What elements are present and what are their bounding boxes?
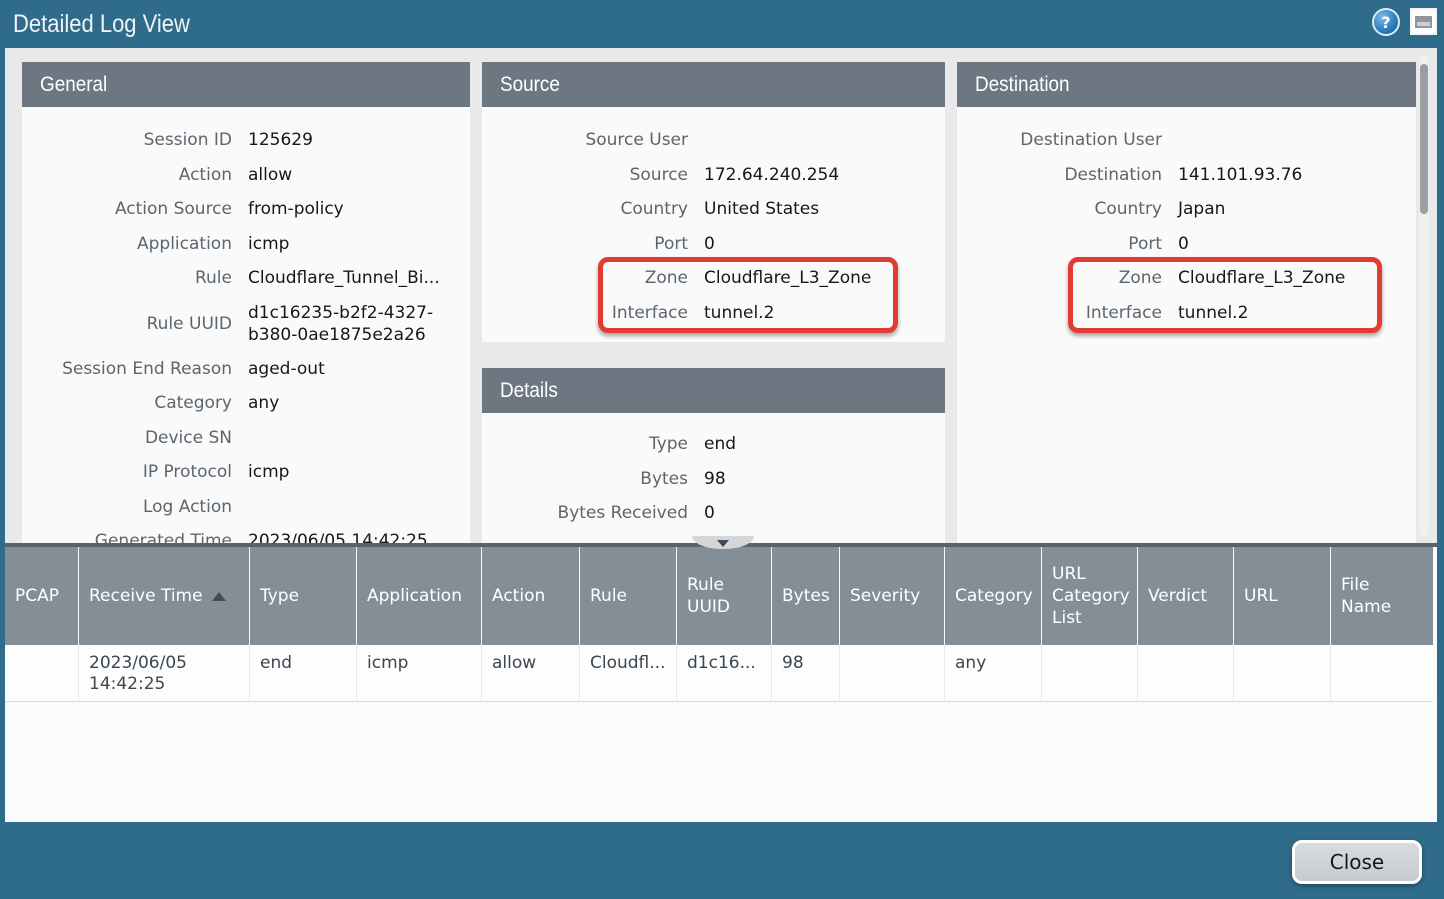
field-bytes-received: Bytes Received0 — [482, 496, 945, 531]
field-destination-user: Destination User — [957, 123, 1416, 158]
scrollbar-thumb[interactable] — [1420, 64, 1428, 214]
field-ip-protocol: IP Protocolicmp — [22, 455, 470, 490]
cell-application: icmp — [357, 645, 482, 701]
source-panel-header: Source — [482, 62, 945, 107]
field-source-user: Source User — [482, 123, 945, 158]
cell-url — [1234, 645, 1331, 701]
field-session-end-reason: Session End Reasonaged-out — [22, 352, 470, 387]
destination-panel-title: Destination — [975, 73, 1070, 97]
general-panel: General Session ID125629 Actionallow Act… — [22, 62, 470, 543]
cell-file-name — [1331, 645, 1433, 701]
field-log-action: Log Action — [22, 490, 470, 525]
log-table: PCAP Receive Time Type Application Actio… — [5, 543, 1437, 822]
column-header-pcap[interactable]: PCAP — [5, 547, 79, 645]
cell-verdict — [1138, 645, 1234, 701]
column-header-action[interactable]: Action — [482, 547, 580, 645]
field-rule: RuleCloudflare_Tunnel_Bi... — [22, 261, 470, 296]
field-bytes: Bytes98 — [482, 462, 945, 497]
field-destination-address: Destination141.101.93.76 — [957, 158, 1416, 193]
column-header-url-category-list[interactable]: URL Category List — [1042, 547, 1138, 645]
cell-severity — [840, 645, 945, 701]
field-source-country: CountryUnited States — [482, 192, 945, 227]
column-header-receive-time[interactable]: Receive Time — [79, 547, 250, 645]
column-header-rule-uuid[interactable]: Rule UUID — [677, 547, 772, 645]
cell-action: allow — [482, 645, 580, 701]
cell-category: any — [945, 645, 1042, 701]
help-icon[interactable]: ? — [1372, 8, 1400, 36]
details-panel-title: Details — [500, 379, 558, 403]
field-category: Categoryany — [22, 386, 470, 421]
general-panel-header: General — [22, 62, 470, 107]
field-device-sn: Device SN — [22, 421, 470, 456]
close-button[interactable]: Close — [1292, 840, 1422, 884]
source-panel-title: Source — [500, 73, 560, 97]
cell-url-category-list — [1042, 645, 1138, 701]
cell-type: end — [250, 645, 357, 701]
field-action: Actionallow — [22, 158, 470, 193]
field-type: Typeend — [482, 427, 945, 462]
field-session-id: Session ID125629 — [22, 123, 470, 158]
general-panel-title: General — [40, 73, 107, 97]
cell-pcap — [5, 645, 79, 701]
column-header-verdict[interactable]: Verdict — [1138, 547, 1234, 645]
field-source-address: Source172.64.240.254 — [482, 158, 945, 193]
log-table-header: PCAP Receive Time Type Application Actio… — [5, 547, 1433, 645]
column-header-type[interactable]: Type — [250, 547, 357, 645]
details-panel-header: Details — [482, 368, 945, 413]
sort-asc-icon — [212, 592, 226, 601]
field-source-port: Port0 — [482, 227, 945, 262]
cell-rule: Cloudfl... — [580, 645, 677, 701]
column-header-rule[interactable]: Rule — [580, 547, 677, 645]
field-generated-time: Generated Time2023/06/05 14:42:25 — [22, 524, 470, 543]
column-header-category[interactable]: Category — [945, 547, 1042, 645]
cell-receive-time: 2023/06/05 14:42:25 — [79, 645, 250, 701]
window-pane-glyph — [1415, 16, 1432, 28]
chevron-down-icon — [717, 540, 729, 547]
field-action-source: Action Sourcefrom-policy — [22, 192, 470, 227]
detail-area-scrollbar[interactable] — [1419, 56, 1429, 536]
table-row[interactable]: 2023/06/05 14:42:25 end icmp allow Cloud… — [5, 645, 1433, 702]
field-rule-uuid: Rule UUIDd1c16235-b2f2-4327-b380-0ae1875… — [22, 296, 470, 352]
cell-rule-uuid: d1c16... — [677, 645, 772, 701]
column-header-severity[interactable]: Severity — [840, 547, 945, 645]
page-title: Detailed Log View — [13, 10, 190, 39]
cell-bytes: 98 — [772, 645, 840, 701]
source-zone-interface-highlight — [598, 257, 898, 333]
details-panel: Details Typeend Bytes98 Bytes Received0 — [482, 368, 945, 543]
column-header-bytes[interactable]: Bytes — [772, 547, 840, 645]
column-header-url[interactable]: URL — [1234, 547, 1331, 645]
destination-zone-interface-highlight — [1068, 257, 1382, 333]
column-header-file-name[interactable]: File Name — [1331, 547, 1433, 645]
column-header-application[interactable]: Application — [357, 547, 482, 645]
field-destination-country: CountryJapan — [957, 192, 1416, 227]
help-glyph: ? — [1381, 13, 1390, 32]
field-destination-port: Port0 — [957, 227, 1416, 262]
field-application: Applicationicmp — [22, 227, 470, 262]
log-detail-area: General Session ID125629 Actionallow Act… — [5, 48, 1437, 543]
maximize-window-icon[interactable] — [1410, 8, 1437, 35]
detailed-log-view-dialog: Detailed Log View ? General Session ID12… — [0, 0, 1444, 899]
destination-panel-header: Destination — [957, 62, 1416, 107]
